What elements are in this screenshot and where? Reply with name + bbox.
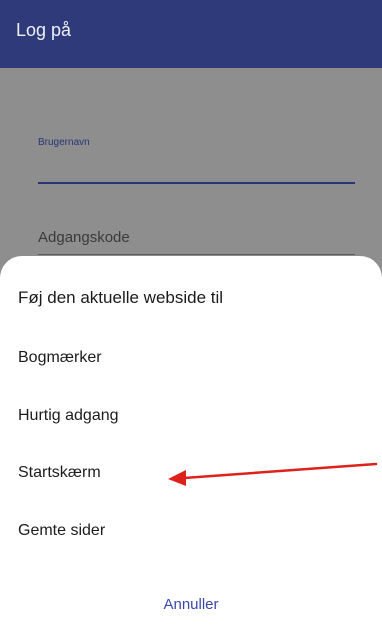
option-bookmarks[interactable]: Bogmærker bbox=[18, 349, 102, 367]
option-home-screen[interactable]: Startskærm bbox=[18, 464, 101, 482]
cancel-button[interactable]: Annuller bbox=[0, 596, 382, 613]
add-page-bottom-sheet: Føj den aktuelle webside til Bogmærker H… bbox=[0, 256, 382, 626]
option-quick-access[interactable]: Hurtig adgang bbox=[18, 407, 119, 425]
password-field-placeholder: Adgangskode bbox=[38, 229, 130, 246]
password-field[interactable] bbox=[38, 254, 355, 255]
option-saved-pages[interactable]: Gemte sider bbox=[18, 522, 105, 540]
sheet-title: Føj den aktuelle webside til bbox=[18, 288, 224, 307]
page-title: Log på bbox=[16, 20, 72, 40]
username-field-label: Brugernavn bbox=[38, 137, 90, 148]
username-field[interactable] bbox=[38, 182, 355, 184]
app-bar: Log på bbox=[0, 0, 382, 68]
